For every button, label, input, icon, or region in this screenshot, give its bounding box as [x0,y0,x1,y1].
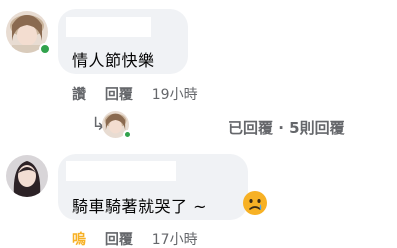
comment-1-actions: 讚 回覆 19小時 [72,84,198,104]
comment-2-text: 騎車騎著就哭了 ~ [72,197,207,216]
commenter-1-avatar[interactable] [6,11,51,55]
reply-button[interactable]: 回覆 [105,229,133,248]
comment-time[interactable]: 17小時 [152,229,198,248]
sad-face-emoji-icon [242,190,268,216]
comment-1-text: 情人節快樂 [72,51,155,70]
comment-time[interactable]: 19小時 [152,84,198,104]
comment-2-actions: 嗚 回覆 17小時 [72,229,198,248]
reply-avatar[interactable] [102,111,132,139]
comment-thread: 情人節快樂 讚 回覆 19小時 ↳ 已回覆 · 5則回覆 騎車騎著就哭了 ~ 嗚… [0,0,397,248]
avatar-photo-2 [6,155,48,197]
online-status-dot [39,43,51,55]
reply-button[interactable]: 回覆 [105,84,133,104]
commenter-1-name-redacted [66,17,151,37]
sad-reaction-button[interactable]: 嗚 [72,229,86,248]
like-button[interactable]: 讚 [72,84,86,104]
commenter-2-avatar[interactable] [6,155,48,197]
commenter-2-name-redacted [66,161,176,181]
reply-online-dot [123,130,132,139]
view-replies-link[interactable]: 已回覆 · 5則回覆 [228,117,345,138]
